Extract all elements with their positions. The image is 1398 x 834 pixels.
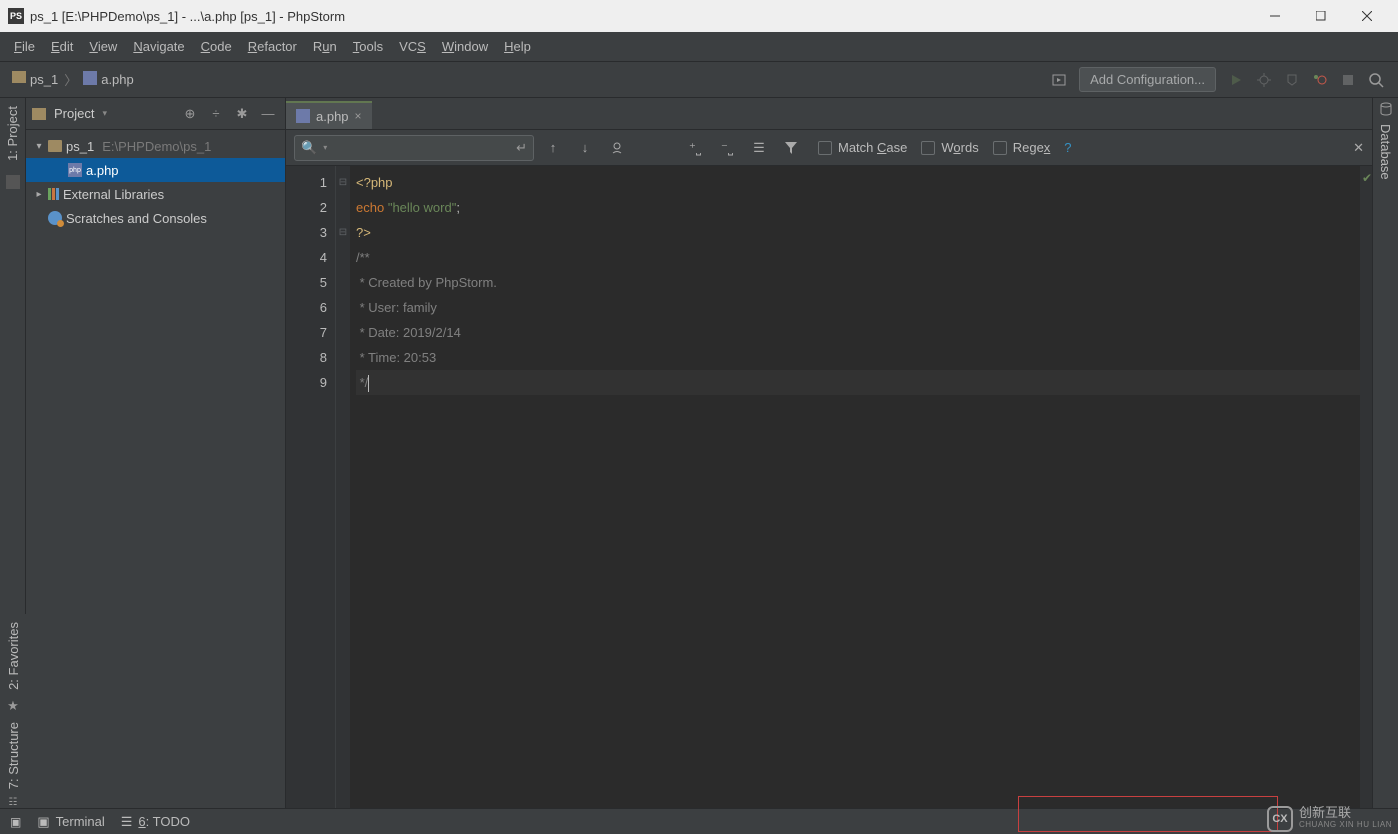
menu-window[interactable]: Window xyxy=(434,35,496,58)
minimize-button[interactable] xyxy=(1252,0,1298,32)
menu-file[interactable]: File xyxy=(6,35,43,58)
php-file-icon xyxy=(296,109,310,123)
build-icon[interactable] xyxy=(1045,66,1073,94)
left-tool-strip-bottom: 2: Favorites ★ 7: Structure ☷ xyxy=(0,614,26,808)
todo-tool-button[interactable]: ☰6: TODO xyxy=(121,814,190,830)
code-content[interactable]: <?phpecho "hello word";?>/** * Created b… xyxy=(350,166,1360,808)
regex-help-icon[interactable]: ? xyxy=(1064,140,1071,155)
project-panel-title: Project xyxy=(54,106,94,121)
editor-area: a.php × 🔍 ▾ ↵ ↑ ↓ ⁺⎵ ⁻⎵ ☰ Match Case Wor… xyxy=(286,98,1372,808)
tree-node[interactable]: ▾ps_1E:\PHPDemo\ps_1 xyxy=(26,134,285,158)
close-tab-icon[interactable]: × xyxy=(355,109,362,123)
maximize-button[interactable] xyxy=(1298,0,1344,32)
structure-tool-tab[interactable]: 7: Structure xyxy=(2,714,25,797)
status-bar: ▣ ▣Terminal ☰6: TODO CX 创新互联CHUANG XIN H… xyxy=(0,808,1398,834)
project-panel: Project ▾ ⊕ ÷ ✱ — ▾ps_1E:\PHPDemo\ps_1ph… xyxy=(26,98,286,808)
tree-node[interactable]: ▸External Libraries xyxy=(26,182,285,206)
menu-edit[interactable]: Edit xyxy=(43,35,81,58)
menu-view[interactable]: View xyxy=(81,35,125,58)
remove-selection-icon[interactable]: ⁻⎵ xyxy=(714,135,740,161)
menubar: FileEditViewNavigateCodeRefactorRunTools… xyxy=(0,32,1398,62)
breadcrumb-item[interactable]: ps_1 xyxy=(8,69,62,90)
breadcrumb-item[interactable]: a.php xyxy=(79,69,138,90)
error-stripe: ✔ xyxy=(1360,166,1372,808)
menu-refactor[interactable]: Refactor xyxy=(240,35,305,58)
stop-button[interactable] xyxy=(1334,66,1362,94)
app-icon: PS xyxy=(8,8,24,24)
project-tool-tab[interactable]: 1: Project xyxy=(1,98,24,169)
search-icon: 🔍 xyxy=(301,140,317,156)
fold-gutter[interactable]: ⊟⊟ xyxy=(336,166,350,808)
locate-icon[interactable]: ⊕ xyxy=(179,103,201,125)
enter-icon: ↵ xyxy=(516,140,527,156)
close-button[interactable] xyxy=(1344,0,1390,32)
menu-tools[interactable]: Tools xyxy=(345,35,391,58)
project-tree[interactable]: ▾ps_1E:\PHPDemo\ps_1phpa.php▸External Li… xyxy=(26,130,285,808)
editor-tab-label: a.php xyxy=(316,109,349,124)
select-all-icon[interactable] xyxy=(604,135,630,161)
menu-vcs[interactable]: VCS xyxy=(391,35,434,58)
tree-node[interactable]: Scratches and Consoles xyxy=(26,206,285,230)
favorites-tool-tab[interactable]: 2: Favorites xyxy=(2,614,25,698)
collapse-icon[interactable]: ÷ xyxy=(205,103,227,125)
brand-logo-icon: CX xyxy=(1267,806,1293,832)
folder-icon xyxy=(32,108,46,120)
chevron-down-icon[interactable]: ▾ xyxy=(323,143,327,152)
match-case-checkbox[interactable]: Match Case xyxy=(818,140,907,155)
menu-code[interactable]: Code xyxy=(193,35,240,58)
add-selection-icon[interactable]: ⁺⎵ xyxy=(682,135,708,161)
gear-icon[interactable]: ✱ xyxy=(231,103,253,125)
window-title: ps_1 [E:\PHPDemo\ps_1] - ...\a.php [ps_1… xyxy=(30,9,1252,24)
editor-tabs: a.php × xyxy=(286,98,1372,130)
debug-button[interactable] xyxy=(1250,66,1278,94)
words-checkbox[interactable]: Words xyxy=(921,140,978,155)
line-number-gutter: 123456789 xyxy=(286,166,336,808)
prev-match-button[interactable]: ↑ xyxy=(540,135,566,161)
tool-windows-icon[interactable]: ▣ xyxy=(10,815,21,829)
editor-tab[interactable]: a.php × xyxy=(286,101,372,129)
star-icon: ★ xyxy=(7,698,19,714)
regex-checkbox[interactable]: Regex xyxy=(993,140,1051,155)
filter-icon[interactable] xyxy=(778,135,804,161)
run-button[interactable] xyxy=(1222,66,1250,94)
navigation-bar: ps_1〉a.php Add Configuration... xyxy=(0,62,1398,98)
coverage-button[interactable] xyxy=(1278,66,1306,94)
database-icon xyxy=(1379,102,1393,116)
analysis-ok-icon: ✔ xyxy=(1362,166,1372,191)
right-tool-strip: Database xyxy=(1372,98,1398,808)
hide-icon[interactable]: — xyxy=(257,103,279,125)
menu-navigate[interactable]: Navigate xyxy=(125,35,192,58)
menu-run[interactable]: Run xyxy=(305,35,345,58)
search-everywhere-icon[interactable] xyxy=(1362,66,1390,94)
select-all-occurrences-icon[interactable]: ☰ xyxy=(746,135,772,161)
listen-debug-button[interactable] xyxy=(1306,66,1334,94)
window-titlebar: PS ps_1 [E:\PHPDemo\ps_1] - ...\a.php [p… xyxy=(0,0,1398,32)
structure-icon: ☷ xyxy=(9,797,18,808)
project-dropdown-icon[interactable]: ▾ xyxy=(102,108,107,119)
search-input[interactable]: 🔍 ▾ ↵ xyxy=(294,135,534,161)
highlight-box xyxy=(1018,796,1278,832)
database-tool-tab[interactable]: Database xyxy=(1374,116,1397,188)
tree-node[interactable]: phpa.php xyxy=(26,158,285,182)
menu-help[interactable]: Help xyxy=(496,35,539,58)
brand-watermark: CX 创新互联CHUANG XIN HU LIAN xyxy=(1267,806,1392,832)
find-bar: 🔍 ▾ ↵ ↑ ↓ ⁺⎵ ⁻⎵ ☰ Match Case Words Regex… xyxy=(286,130,1372,166)
add-configuration-button[interactable]: Add Configuration... xyxy=(1079,67,1216,92)
close-findbar-icon[interactable]: ✕ xyxy=(1353,140,1364,156)
breadcrumb-separator: 〉 xyxy=(64,70,77,89)
folder-icon xyxy=(6,175,20,189)
next-match-button[interactable]: ↓ xyxy=(572,135,598,161)
terminal-tool-button[interactable]: ▣Terminal xyxy=(37,814,104,830)
code-editor[interactable]: 123456789 ⊟⊟ <?phpecho "hello word";?>/*… xyxy=(286,166,1372,808)
